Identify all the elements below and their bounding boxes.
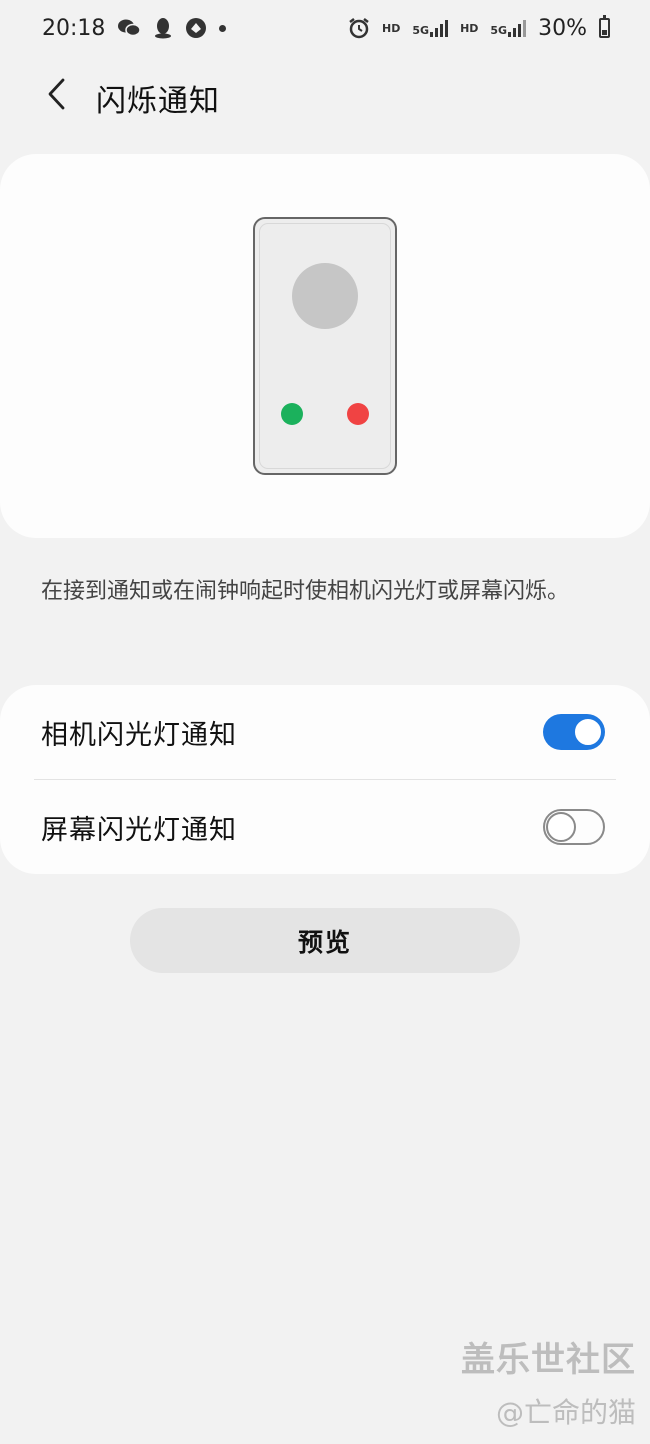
- phone-illustration: [253, 217, 397, 475]
- 5g-signal-icon: 5G: [412, 19, 449, 37]
- watermark-brand: 盖乐世社区: [461, 1340, 636, 1380]
- accept-call-dot: [281, 403, 303, 425]
- chevron-left-icon: [48, 78, 65, 110]
- status-bar-right: HD 5G HD 5G 30%: [348, 15, 610, 41]
- status-time: 20:18: [42, 15, 106, 41]
- watermark-user: @亡命的猫: [495, 1396, 636, 1429]
- qq-icon: [153, 17, 173, 39]
- description-text: 在接到通知或在闹钟响起时使相机闪光灯或屏幕闪烁。: [41, 579, 570, 604]
- notification-dot: [219, 24, 227, 32]
- camera-flash-notification-row[interactable]: 相机闪光灯通知: [0, 685, 650, 779]
- signal-bars-icon: [430, 19, 449, 37]
- status-bar: 20:18 HD 5G HD 5G 30%: [0, 0, 650, 56]
- status-bar-left: 20:18: [42, 15, 227, 41]
- settings-list: 相机闪光灯通知 屏幕闪光灯通知: [0, 685, 650, 874]
- app-icon: [185, 17, 207, 39]
- network-label: 5G: [412, 24, 430, 37]
- decline-call-dot: [347, 403, 369, 425]
- wechat-icon: [117, 18, 142, 38]
- signal-bars-icon: [508, 19, 527, 37]
- toggle-knob: [573, 717, 603, 747]
- camera-flash-toggle[interactable]: [543, 714, 605, 750]
- app-header: 闪烁通知: [0, 64, 650, 124]
- setting-label: 相机闪光灯通知: [41, 719, 237, 751]
- back-button[interactable]: [34, 70, 78, 118]
- battery-icon: [599, 15, 610, 38]
- watermark: 盖乐世社区 @亡命的猫: [461, 1332, 636, 1431]
- page-title: 闪烁通知: [96, 84, 220, 119]
- illustration-card: [0, 154, 650, 538]
- network-label: 5G: [490, 24, 508, 37]
- setting-label: 屏幕闪光灯通知: [41, 814, 237, 846]
- battery-percent: 30%: [538, 15, 587, 41]
- hd-badge: HD: [460, 21, 479, 35]
- preview-button[interactable]: 预览: [130, 908, 520, 973]
- screen-flash-notification-row[interactable]: 屏幕闪光灯通知: [0, 780, 650, 874]
- caller-avatar-illustration: [292, 263, 358, 329]
- hd-badge: HD: [382, 21, 401, 35]
- alarm-icon: [348, 17, 370, 39]
- phone-screen: [259, 223, 391, 469]
- screen-flash-toggle[interactable]: [543, 809, 605, 845]
- 5g-signal-icon: 5G: [490, 19, 527, 37]
- toggle-knob: [546, 812, 576, 842]
